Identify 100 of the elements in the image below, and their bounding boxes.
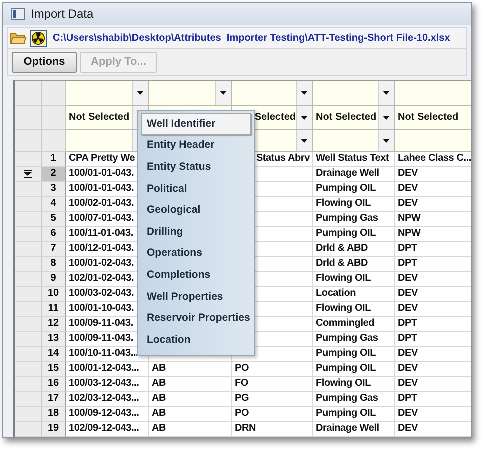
row-number[interactable]: 9 [42,272,66,287]
row-number[interactable]: 18 [42,407,66,422]
row-number[interactable]: 7 [42,242,66,257]
menu-item[interactable]: Well Identifier [141,113,251,135]
dropdown-value: Not Selected [69,112,130,123]
table-cell: 100/03-12-043... [66,377,149,392]
header-corner [15,106,42,130]
table-cell: Pumping OIL [313,362,395,377]
table-cell: AB [149,362,232,377]
table-cell: PO [232,362,313,377]
table-cell: DEV [395,407,471,422]
table-cell: 102/03-12-043... [66,392,149,407]
table-cell: Pumping OIL [313,407,395,422]
column-header: Lahee Class C... [395,152,471,167]
row-number[interactable]: 16 [42,377,66,392]
column-mapping-dropdown[interactable] [313,130,395,152]
row-number[interactable]: 5 [42,212,66,227]
table-cell: DPT [395,317,471,332]
column-mapping-dropdown[interactable] [232,81,313,106]
dropdown-arrow-icon [383,91,390,95]
row-number[interactable]: 13 [42,332,66,347]
column-mapping-dropdown[interactable] [149,81,232,106]
column-mapping-dropdown[interactable] [313,81,395,106]
column-mapping-dropdown[interactable] [395,81,471,106]
table-cell: DEV [395,182,471,197]
dropdown-arrow-icon [383,138,390,142]
table-cell: DPT [395,392,471,407]
dropdown-arrow-icon [220,91,227,95]
table-cell: DPT [395,332,471,347]
row-number[interactable]: 17 [42,392,66,407]
table-cell: Flowing OIL [313,302,395,317]
table-cell: Commingled [313,317,395,332]
table-cell: 100/09-12-043... [66,407,149,422]
table-cell: PO [232,407,313,422]
file-path: C:\Users\shabib\Desktop\Attributes Importer Testing\ATT-Testing-Short File-10.xlsx [53,32,450,44]
folder-icon[interactable] [10,32,27,44]
dropdown-value: Not Selected [316,112,377,123]
row-number[interactable]: 1 [42,152,66,167]
table-cell: Pumping OIL [313,347,395,362]
dropdown-arrow-icon [301,116,308,120]
row-number[interactable]: 12 [42,317,66,332]
dropdown-arrow-icon [383,116,390,120]
table-cell: DEV [395,377,471,392]
row-number[interactable]: 4 [42,197,66,212]
column-mapping-dropdown[interactable] [66,81,149,106]
radiation-button[interactable] [30,30,47,46]
table-cell: Drld & ABD [313,257,395,272]
table-cell: DEV [395,347,471,362]
window-title: Import Data [31,7,94,21]
table-cell: DPT [395,242,471,257]
table-cell: AB [149,422,232,437]
row-selector[interactable] [15,167,42,182]
header-corner [42,130,66,152]
window-icon [11,8,25,20]
table-cell: NPW [395,227,471,242]
table-cell: Pumping Gas [313,332,395,347]
table-cell: Drainage Well [313,167,395,182]
row-number[interactable]: 14 [42,347,66,362]
table-cell: DEV [395,197,471,212]
table-cell: Drainage Well [313,422,395,437]
table-cell: Flowing OIL [313,377,395,392]
row-number[interactable]: 8 [42,257,66,272]
table-cell: PG [232,392,313,407]
column-mapping-dropdown[interactable] [395,130,471,152]
table-cell: AB [149,407,232,422]
header-corner [42,106,66,130]
table-cell: DEV [395,362,471,377]
row-number[interactable]: 6 [42,227,66,242]
row-number[interactable]: 10 [42,287,66,302]
table-cell: Pumping OIL [313,182,395,197]
options-button[interactable]: Options [12,52,77,72]
header-corner [15,130,42,152]
dropdown-arrow-icon [301,138,308,142]
dropdown-value: Selected [254,112,296,123]
row-number[interactable]: 3 [42,182,66,197]
table-cell: Drld & ABD [313,242,395,257]
table-cell: Location [313,287,395,302]
table-cell: DEV [395,287,471,302]
table-cell: DEV [395,302,471,317]
row-number[interactable]: 15 [42,362,66,377]
radiation-icon [32,32,45,44]
row-number[interactable]: 11 [42,302,66,317]
header-corner [42,81,66,106]
row-number[interactable]: 2 [42,167,66,182]
table-cell: Pumping Gas [313,392,395,407]
table-cell: Flowing OIL [313,197,395,212]
table-cell: DEV [395,167,471,182]
table-cell: DEV [395,422,471,437]
table-cell: AB [149,392,232,407]
row-number[interactable]: 19 [42,422,66,437]
dropdown-arrow-icon [301,91,308,95]
table-cell: AB [149,377,232,392]
table-cell: NPW [395,212,471,227]
dropdown-arrow-icon [137,91,144,95]
table-cell: FO [232,377,313,392]
column-mapping-dropdown[interactable]: Not Selected [313,106,395,130]
table-cell: DEV [395,272,471,287]
column-mapping-dropdown[interactable]: Not Selected [395,106,471,130]
header-corner [15,81,42,106]
table-cell: Flowing OIL [313,272,395,287]
